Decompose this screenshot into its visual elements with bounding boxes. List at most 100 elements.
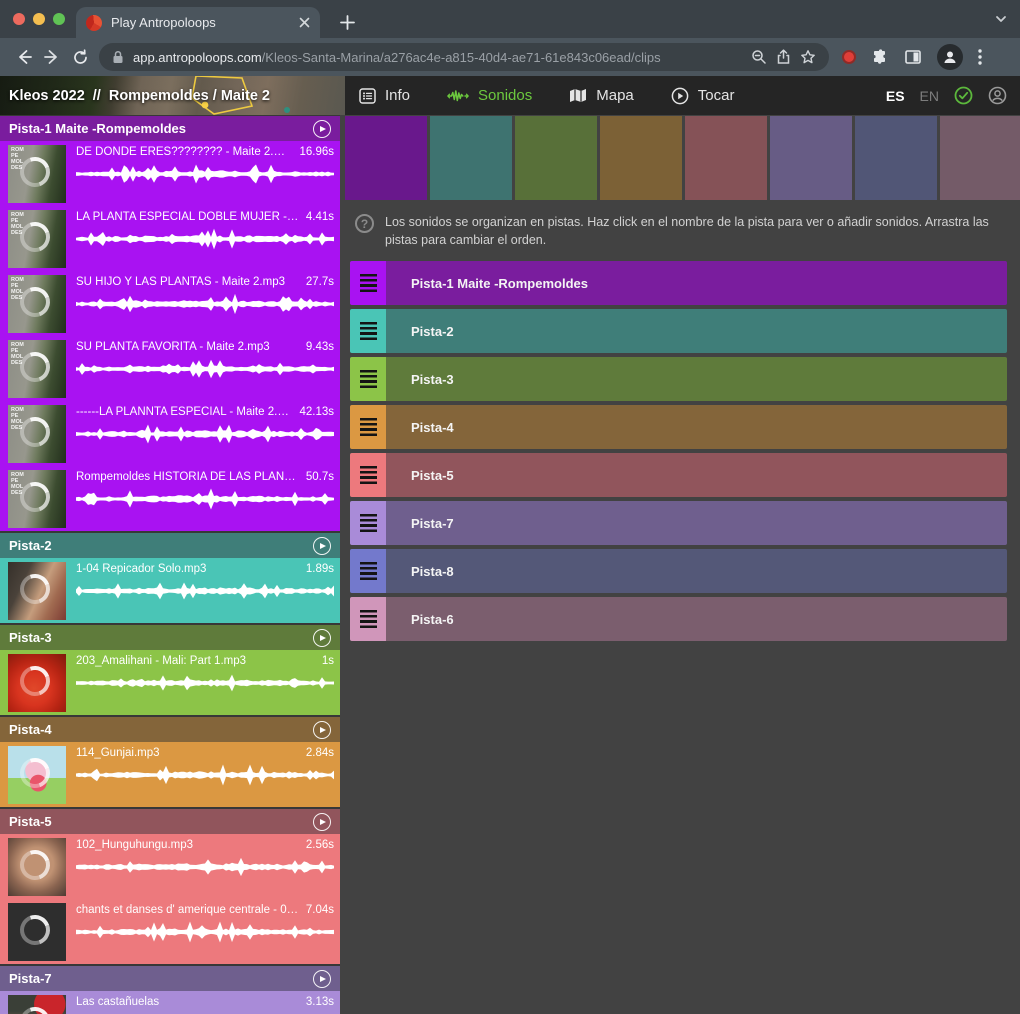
browser-tab[interactable]: Play Antropoloops xyxy=(76,7,320,38)
track-bar[interactable]: Pista-8 xyxy=(386,549,1007,593)
section-title[interactable]: Pista-7 xyxy=(9,971,52,986)
lock-icon[interactable] xyxy=(112,50,124,64)
waveform[interactable] xyxy=(76,920,334,944)
waveform[interactable] xyxy=(76,357,334,381)
drag-handle[interactable] xyxy=(350,261,386,305)
section-header[interactable]: Pista-5 xyxy=(0,809,340,834)
track-row[interactable]: Pista-4 xyxy=(350,405,1007,449)
track-row[interactable]: Pista-8 xyxy=(350,549,1007,593)
app-top-bar: Kleos 2022 // Rompemoldes / Maite 2 Info… xyxy=(0,76,1020,115)
track-bar[interactable]: Pista-1 Maite -Rompemoldes xyxy=(386,261,1007,305)
section-play-button[interactable] xyxy=(313,813,331,831)
track-color-swatch xyxy=(940,116,1020,200)
clip-item[interactable]: 102_Hunguhungu.mp32.56s xyxy=(0,834,340,899)
nav-sonidos[interactable]: Sonidos xyxy=(447,87,532,104)
browser-menu-kebab-icon[interactable] xyxy=(978,49,982,65)
track-row[interactable]: Pista-7 xyxy=(350,501,1007,545)
section-title[interactable]: Pista-5 xyxy=(9,814,52,829)
zoom-indicator-icon[interactable] xyxy=(751,49,767,65)
track-bar[interactable]: Pista-2 xyxy=(386,309,1007,353)
track-row[interactable]: Pista-3 xyxy=(350,357,1007,401)
track-bar[interactable]: Pista-4 xyxy=(386,405,1007,449)
language-en[interactable]: EN xyxy=(920,88,939,104)
breadcrumb-project[interactable]: Kleos 2022 xyxy=(9,88,85,104)
nav-info[interactable]: Info xyxy=(359,87,410,104)
waveform[interactable] xyxy=(76,763,334,787)
language-es[interactable]: ES xyxy=(886,88,905,104)
account-icon[interactable] xyxy=(988,86,1007,105)
project-hero-map[interactable]: Kleos 2022 // Rompemoldes / Maite 2 xyxy=(0,76,345,115)
drag-handle[interactable] xyxy=(350,549,386,593)
section-header[interactable]: Pista-2 xyxy=(0,533,340,558)
waveform[interactable] xyxy=(76,422,334,446)
drag-handle[interactable] xyxy=(350,405,386,449)
breadcrumb[interactable]: Kleos 2022 // Rompemoldes / Maite 2 xyxy=(0,88,270,104)
drag-handle[interactable] xyxy=(350,357,386,401)
track-row[interactable]: Pista-6 xyxy=(350,597,1007,641)
track-bar[interactable]: Pista-7 xyxy=(386,501,1007,545)
section-title[interactable]: Pista-3 xyxy=(9,630,52,645)
section-title[interactable]: Pista-4 xyxy=(9,722,52,737)
clip-item[interactable]: 203_Amalihani - Mali: Part 1.mp31s xyxy=(0,650,340,715)
nav-tocar[interactable]: Tocar xyxy=(671,87,735,105)
waveform[interactable] xyxy=(76,227,334,251)
track-bar[interactable]: Pista-6 xyxy=(386,597,1007,641)
waveform[interactable] xyxy=(76,579,334,603)
profile-avatar[interactable] xyxy=(937,44,963,70)
share-icon[interactable] xyxy=(776,49,791,65)
waveform[interactable] xyxy=(76,292,334,316)
reload-button[interactable] xyxy=(66,43,94,71)
clip-item[interactable]: 114_Gunjai.mp32.84s xyxy=(0,742,340,807)
close-window-button[interactable] xyxy=(13,13,25,25)
minimize-window-button[interactable] xyxy=(33,13,45,25)
section-header[interactable]: Pista-7 xyxy=(0,966,340,991)
waveform[interactable] xyxy=(76,487,334,511)
side-panel-icon[interactable] xyxy=(904,48,922,66)
section-play-button[interactable] xyxy=(313,629,331,647)
clip-item[interactable]: Las castañuelas3.13s xyxy=(0,991,340,1014)
clip-item[interactable]: ROM PE MOL DES SU HIJO Y LAS PLANTAS - M… xyxy=(0,271,340,336)
clip-item[interactable]: 1-04 Repicador Solo.mp31.89s xyxy=(0,558,340,623)
clip-item[interactable]: ROM PE MOL DES SU PLANTA FAVORITA - Mait… xyxy=(0,336,340,401)
drag-handle[interactable] xyxy=(350,501,386,545)
clip-item[interactable]: ROM PE MOL DES LA PLANTA ESPECIAL DOBLE … xyxy=(0,206,340,271)
section-header[interactable]: Pista-1 Maite -Rompemoldes xyxy=(0,116,340,141)
back-button[interactable] xyxy=(10,43,38,71)
clip-item[interactable]: ROM PE MOL DES ------LA PLANNTA ESPECIAL… xyxy=(0,401,340,466)
section-title[interactable]: Pista-2 xyxy=(9,538,52,553)
nav-mapa[interactable]: Mapa xyxy=(569,87,634,104)
maximize-window-button[interactable] xyxy=(53,13,65,25)
section-play-button[interactable] xyxy=(313,120,331,138)
forward-button[interactable] xyxy=(38,43,66,71)
tab-search-chevron-icon[interactable] xyxy=(994,12,1008,26)
section-play-button[interactable] xyxy=(313,721,331,739)
section-title[interactable]: Pista-1 Maite -Rompemoldes xyxy=(9,121,186,136)
track-bar[interactable]: Pista-3 xyxy=(386,357,1007,401)
drag-handle[interactable] xyxy=(350,597,386,641)
track-row[interactable]: Pista-5 xyxy=(350,453,1007,497)
track-color-swatch xyxy=(685,116,767,200)
section-header[interactable]: Pista-3 xyxy=(0,625,340,650)
section-play-button[interactable] xyxy=(313,537,331,555)
tab-close-icon[interactable] xyxy=(299,17,310,28)
address-bar[interactable]: app.antropoloops.com/Kleos-Santa-Marina/… xyxy=(99,43,829,71)
drag-handle[interactable] xyxy=(350,453,386,497)
clip-item[interactable]: chants et danses d' amerique centrale - … xyxy=(0,899,340,964)
extensions-puzzle-icon[interactable] xyxy=(871,48,889,66)
record-extension-icon[interactable] xyxy=(842,50,856,64)
waveform[interactable] xyxy=(76,162,334,186)
url-text[interactable]: app.antropoloops.com/Kleos-Santa-Marina/… xyxy=(133,50,661,65)
bookmark-star-icon[interactable] xyxy=(800,49,816,65)
section-header[interactable]: Pista-4 xyxy=(0,717,340,742)
sync-check-icon[interactable] xyxy=(954,86,973,105)
waveform[interactable] xyxy=(76,671,334,695)
new-tab-button[interactable] xyxy=(334,9,360,35)
clip-item[interactable]: ROM PE MOL DES DE DONDE ERES???????? - M… xyxy=(0,141,340,206)
section-play-button[interactable] xyxy=(313,970,331,988)
track-row[interactable]: Pista-2 xyxy=(350,309,1007,353)
track-row[interactable]: Pista-1 Maite -Rompemoldes xyxy=(350,261,1007,305)
clip-item[interactable]: ROM PE MOL DES Rompemoldes HISTORIA DE L… xyxy=(0,466,340,531)
drag-handle[interactable] xyxy=(350,309,386,353)
waveform[interactable] xyxy=(76,855,334,879)
track-bar[interactable]: Pista-5 xyxy=(386,453,1007,497)
